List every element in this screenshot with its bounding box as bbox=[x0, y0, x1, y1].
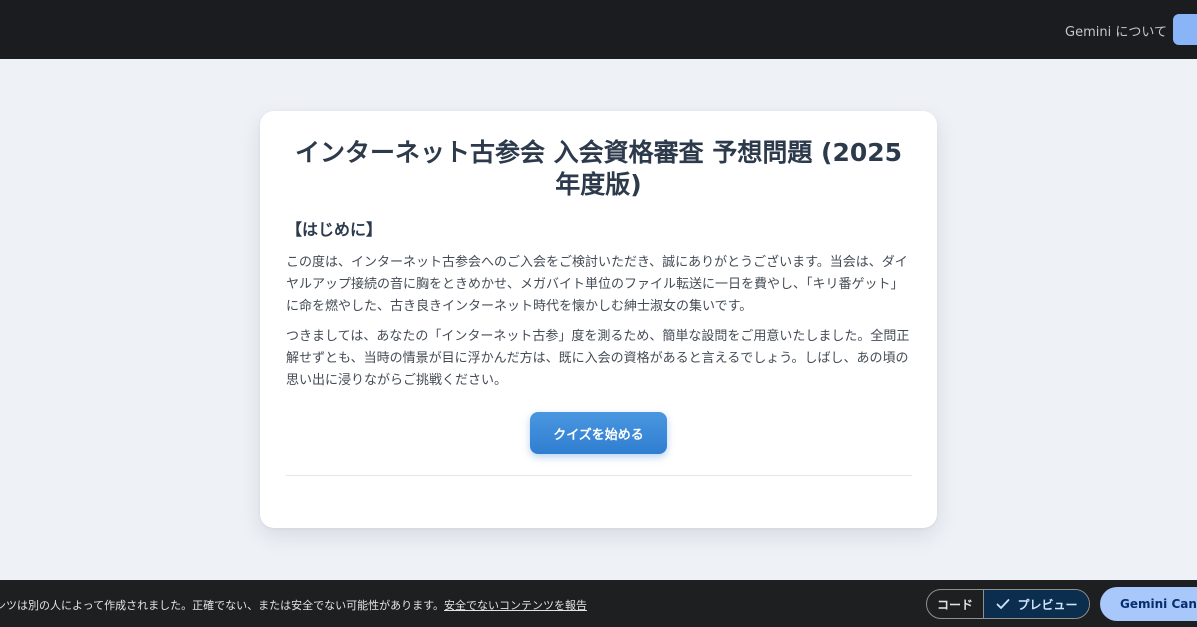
intro-paragraph-2: つきましては、あなたの「インターネット古参」度を測るため、簡単な設問をご用意いた… bbox=[286, 329, 910, 388]
section-heading: 【はじめに】 bbox=[286, 220, 383, 239]
about-gemini-link[interactable]: Gemini について bbox=[1065, 21, 1167, 40]
report-unsafe-link[interactable]: 安全でないコンテンツを報告 bbox=[444, 599, 587, 612]
disclaimer-text: テンツは別の人によって作成されました。正確でない、または安全でない可能性がありま… bbox=[0, 599, 445, 612]
tab-code[interactable]: コード bbox=[927, 590, 984, 618]
content-disclaimer: テンツは別の人によって作成されました。正確でない、または安全でない可能性がありま… bbox=[0, 597, 587, 613]
top-bar: Gemini について bbox=[0, 0, 1197, 59]
view-toggle: コード プレビュー bbox=[926, 589, 1090, 619]
top-action-button[interactable] bbox=[1173, 14, 1197, 45]
quiz-intro-card: インターネット古参会 入会資格審査 予想問題 (2025年度版) 【はじめに】 … bbox=[260, 111, 937, 528]
divider bbox=[286, 475, 912, 476]
check-icon bbox=[995, 596, 1011, 612]
start-quiz-button[interactable]: クイズを始める bbox=[530, 412, 667, 454]
tab-preview[interactable]: プレビュー bbox=[984, 590, 1089, 618]
gemini-canvas-button[interactable]: Gemini Canvas bbox=[1100, 587, 1197, 621]
intro-paragraph-1: この度は、インターネット古参会へのご入会をご検討いただき、誠にありがとうございま… bbox=[286, 255, 908, 314]
tab-preview-label: プレビュー bbox=[1017, 597, 1078, 612]
page-title: インターネット古参会 入会資格審査 予想問題 (2025年度版) bbox=[294, 138, 903, 199]
bottom-bar: テンツは別の人によって作成されました。正確でない、または安全でない可能性がありま… bbox=[0, 580, 1197, 627]
